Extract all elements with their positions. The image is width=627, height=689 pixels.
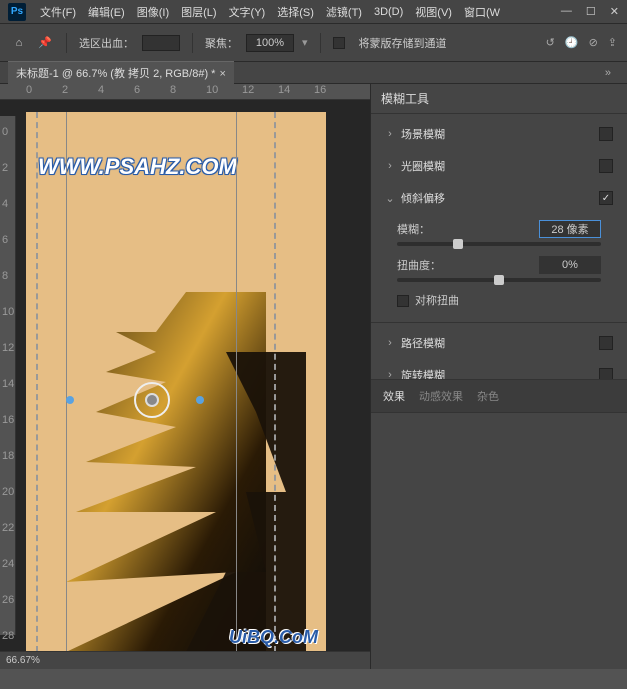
dropdown-icon[interactable]: ▾	[302, 36, 308, 49]
selection-bleed-swatch[interactable]	[142, 35, 180, 51]
blur-guide[interactable]	[236, 112, 237, 651]
tab-motion[interactable]: 动感效果	[419, 388, 463, 404]
export-icon[interactable]: ⇪	[608, 36, 617, 49]
menu-window[interactable]: 窗口(W	[458, 4, 506, 20]
minimize-icon[interactable]: —	[561, 5, 572, 18]
blur-label: 模糊：	[397, 221, 430, 237]
tab-close-icon[interactable]: ×	[219, 68, 225, 80]
path-blur-toggle[interactable]	[599, 336, 613, 350]
section-iris-blur[interactable]: › 光圈模糊	[371, 150, 627, 182]
app-logo: Ps	[8, 3, 26, 21]
menu-type[interactable]: 文字(Y)	[223, 4, 272, 20]
selection-bleed-label: 选区出血：	[79, 35, 134, 51]
cancel-icon[interactable]: ⊘	[589, 36, 598, 49]
spin-blur-toggle[interactable]	[599, 368, 613, 379]
tab-effects[interactable]: 效果	[383, 388, 405, 404]
distortion-slider[interactable]	[397, 278, 601, 282]
chevron-right-icon: ›	[385, 128, 395, 140]
section-path-blur[interactable]: › 路径模糊	[371, 327, 627, 359]
blur-pin[interactable]	[134, 382, 170, 418]
close-icon[interactable]: ✕	[610, 5, 619, 18]
distortion-value-input[interactable]: 0%	[539, 256, 601, 274]
menu-layer[interactable]: 图层(L)	[175, 4, 222, 20]
panel-collapse-icon[interactable]: »	[597, 63, 619, 83]
menu-3d[interactable]: 3D(D)	[368, 6, 409, 18]
menu-image[interactable]: 图像(I)	[131, 4, 175, 20]
symmetric-distortion-label: 对称扭曲	[415, 295, 459, 307]
watermark-text: WWW.PSAHZ.COM	[38, 154, 237, 180]
chevron-down-icon: ⌄	[385, 192, 395, 205]
blur-value-input[interactable]: 28 像素	[539, 220, 601, 238]
chevron-right-icon: ›	[385, 337, 395, 349]
save-mask-label: 将蒙版存储到通道	[359, 35, 447, 51]
save-mask-checkbox[interactable]	[333, 37, 345, 49]
ruler-vertical: 0246810121416182022242628	[0, 116, 16, 635]
reset-icon[interactable]: ↺	[546, 36, 555, 49]
artwork	[66, 292, 316, 651]
pin-icon[interactable]: 📌	[36, 34, 54, 52]
menu-file[interactable]: 文件(F)	[34, 4, 82, 20]
clock-icon[interactable]: 🕘	[565, 36, 579, 49]
maximize-icon[interactable]: ☐	[586, 5, 596, 18]
chevron-right-icon: ›	[385, 160, 395, 172]
status-bar: 66.67%	[0, 651, 370, 669]
menu-select[interactable]: 选择(S)	[271, 4, 320, 20]
section-tilt-shift[interactable]: ⌄ 倾斜偏移 ✓	[371, 182, 627, 214]
blur-guide-dashed[interactable]	[36, 112, 38, 651]
watermark-footer: UiBQ.CoM	[229, 627, 318, 648]
focus-label: 聚焦：	[205, 35, 238, 51]
menu-view[interactable]: 视图(V)	[409, 4, 458, 20]
distortion-label: 扭曲度：	[397, 257, 441, 273]
symmetric-distortion-checkbox[interactable]	[397, 295, 409, 307]
focus-input[interactable]	[246, 34, 294, 52]
menu-filter[interactable]: 滤镜(T)	[320, 4, 368, 20]
section-spin-blur[interactable]: › 旋转模糊	[371, 359, 627, 379]
panel-title: 模糊工具	[371, 84, 627, 114]
canvas[interactable]: WWW.PSAHZ.COM UiBQ.CoM	[26, 112, 326, 651]
tilt-shift-toggle[interactable]: ✓	[599, 191, 613, 205]
section-field-blur[interactable]: › 场景模糊	[371, 118, 627, 150]
blur-handle[interactable]	[66, 396, 74, 404]
ruler-horizontal: 0246810121416	[0, 84, 370, 100]
chevron-right-icon: ›	[385, 369, 395, 379]
blur-guide[interactable]	[66, 112, 67, 651]
blur-slider[interactable]	[397, 242, 601, 246]
iris-blur-toggle[interactable]	[599, 159, 613, 173]
document-tab[interactable]: 未标题-1 @ 66.7% (教 拷贝 2, RGB/8#) *×	[8, 61, 234, 84]
blur-guide-dashed[interactable]	[274, 112, 276, 651]
tab-noise[interactable]: 杂色	[477, 388, 499, 404]
blur-handle[interactable]	[196, 396, 204, 404]
field-blur-toggle[interactable]	[599, 127, 613, 141]
home-icon[interactable]: ⌂	[10, 34, 28, 52]
menu-edit[interactable]: 编辑(E)	[82, 4, 131, 20]
